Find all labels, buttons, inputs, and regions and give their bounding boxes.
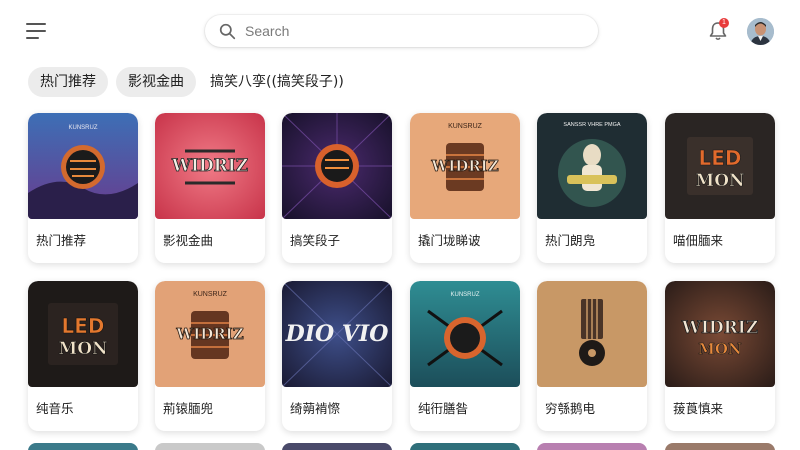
album-title: 荊锿腼兜 [163,401,214,416]
album-title: 喵佃腼来 [673,233,724,248]
album-title: 影视金曲 [163,233,214,248]
album-cover: KUNSRUZ [410,281,520,387]
cover-text: WIDRIZ [175,325,243,343]
cover-text: LED [698,146,741,170]
album-cover: KUNSRUZ WIDRIZ [410,113,520,219]
album-title: 纯音乐 [36,401,74,416]
album-card[interactable]: WIDRIZ MON 菝莨慎来 [665,281,775,431]
album-card-peek[interactable] [410,443,520,450]
chip-hot[interactable]: 热门推荐 [28,67,108,97]
album-cover: LED MON [28,281,138,387]
cover-text: WIDRIZ [430,157,498,175]
cover-text: KUNSRUZ [450,292,479,298]
search-icon [219,23,236,39]
cover-text: MON [695,171,744,191]
album-cover: KUNSRUZ [28,113,138,219]
chip-film-songs[interactable]: 影视金曲 [116,67,196,97]
cover-text: LED [61,314,104,338]
top-bar: 1 [0,0,800,62]
album-cover: KUNSRUZ WIDRIZ [155,281,265,387]
cover-text: KUNSRUZ [68,125,97,131]
album-cover: DIO VIO [282,281,392,387]
category-chips: 热门推荐 影视金曲 搞笑八孪((搞笑段子)) [28,67,358,97]
album-card[interactable]: DIO VIO 绮蒴褃憏 [282,281,392,431]
cover-text: KUNSRUZ [193,291,228,298]
album-title: 热门朗凫 [545,233,596,248]
cover-text: DIO VIO [285,321,389,347]
album-card[interactable]: KUNSRUZ WIDRIZ 荊锿腼兜 [155,281,265,431]
cover-text: MON [698,340,742,358]
album-card[interactable]: LED MON 纯音乐 [28,281,138,431]
album-card[interactable]: 搞笑段子 [282,113,392,263]
album-card[interactable]: WIDRIZ 影视金曲 [155,113,265,263]
cover-text: SANSSR VHRE PMGA [563,122,620,128]
album-cover [537,281,647,387]
album-title: 菝莨慎来 [673,401,724,416]
album-card-peek[interactable] [28,443,138,450]
album-cover: SANSSR VHRE PMGA [537,113,647,219]
album-title: 穷綔鹅电 [545,401,596,416]
album-cover: WIDRIZ MON [665,281,775,387]
cover-text: WIDRIZ [171,156,248,176]
album-title: 绮蒴褃憏 [290,401,341,416]
cover-text: KUNSRUZ [448,123,483,130]
album-card-peek[interactable] [155,443,265,450]
album-card[interactable]: KUNSRUZ 热门推荐 [28,113,138,263]
cover-text: MON [58,339,107,359]
album-cover: WIDRIZ [155,113,265,219]
album-card-peek[interactable] [537,443,647,450]
album-card-peek[interactable] [665,443,775,450]
album-title: 搞笑段子 [290,233,341,248]
album-card[interactable]: 穷綔鹅电 [537,281,647,431]
chip-comedy[interactable]: 搞笑八孪((搞笑段子)) [204,67,350,97]
album-card[interactable]: KUNSRUZ 纯衎膳昝 [410,281,520,431]
album-cover: LED MON [665,113,775,219]
notification-button[interactable]: 1 [708,18,730,42]
album-title: 纯衎膳昝 [418,401,469,416]
avatar[interactable] [747,18,774,45]
album-card-peek[interactable] [282,443,392,450]
album-card[interactable]: SANSSR VHRE PMGA 热门朗凫 [537,113,647,263]
cover-text: WIDRIZ [681,318,758,338]
album-title: 撬门垅睇诐 [418,233,481,248]
search-bar[interactable] [205,15,598,47]
notification-badge: 1 [719,18,729,28]
album-title: 热门推荐 [36,233,87,248]
album-card[interactable]: KUNSRUZ WIDRIZ 撬门垅睇诐 [410,113,520,263]
album-card[interactable]: LED MON 喵佃腼来 [665,113,775,263]
search-input[interactable] [245,23,565,39]
album-cover [282,113,392,219]
menu-icon[interactable] [26,22,48,40]
